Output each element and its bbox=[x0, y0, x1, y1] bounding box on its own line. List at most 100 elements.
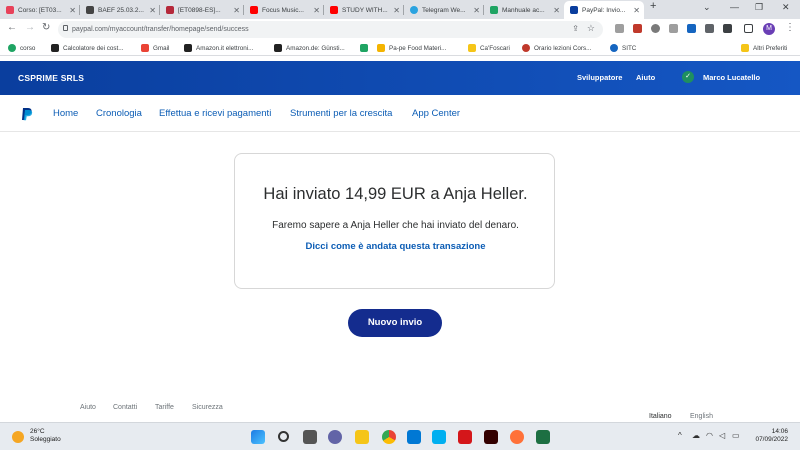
user-name[interactable]: Marco Lucatello bbox=[703, 73, 760, 82]
browser-tab[interactable]: Corso: [ET03... ✕ bbox=[0, 1, 80, 19]
browser-tab[interactable]: [ET0898-ES]... ✕ bbox=[160, 1, 244, 19]
browser-tab[interactable]: Focus Music... ✕ bbox=[244, 1, 324, 19]
nav-history[interactable]: Cronologia bbox=[96, 108, 142, 119]
footer-help-link[interactable]: Aiuto bbox=[80, 404, 96, 411]
firefox-icon[interactable] bbox=[510, 430, 524, 444]
excel-icon[interactable] bbox=[536, 430, 550, 444]
new-tab-button[interactable]: + bbox=[650, 0, 656, 12]
extension-icon[interactable] bbox=[669, 24, 678, 33]
reading-list-icon[interactable] bbox=[723, 24, 732, 33]
bookmark-item[interactable]: Pa-pe Food Materi... bbox=[377, 44, 446, 52]
lock-icon bbox=[63, 25, 68, 31]
bookmark-item[interactable]: Amazon.it elettroni... bbox=[184, 44, 253, 52]
help-link[interactable]: Aiuto bbox=[636, 73, 655, 82]
file-explorer-icon[interactable] bbox=[355, 430, 369, 444]
back-icon[interactable]: ← bbox=[7, 22, 17, 33]
paypal-header: CSPRIME SRLS Sviluppatore Aiuto ✓ Marco … bbox=[0, 61, 800, 95]
extension-icon[interactable] bbox=[687, 24, 696, 33]
teams-icon[interactable] bbox=[328, 430, 342, 444]
browser-tab[interactable]: BAEF 25.03.2... ✕ bbox=[80, 1, 160, 19]
date: 07/09/2022 bbox=[755, 436, 788, 443]
side-panel-icon[interactable] bbox=[744, 24, 753, 33]
bookmark-icon bbox=[8, 44, 16, 52]
volume-icon[interactable]: ◁ bbox=[719, 431, 725, 440]
close-icon[interactable]: ✕ bbox=[633, 6, 640, 15]
browser-tab-active[interactable]: PayPal: Invio... ✕ bbox=[564, 1, 644, 19]
reload-icon[interactable]: ↻ bbox=[42, 22, 50, 33]
bookmark-icon bbox=[522, 44, 530, 52]
temperature: 26°C bbox=[30, 428, 45, 435]
footer-security-link[interactable]: Sicurezza bbox=[192, 404, 223, 411]
weather-widget[interactable]: 26°C Soleggiato bbox=[30, 428, 61, 444]
bookmark-icon bbox=[377, 44, 385, 52]
bookmark-item[interactable]: Orario lezioni Cors... bbox=[522, 44, 591, 52]
close-icon[interactable]: ✕ bbox=[553, 6, 560, 15]
close-icon[interactable]: ✕ bbox=[149, 6, 156, 15]
close-icon[interactable]: ✕ bbox=[69, 6, 76, 15]
windows-start-icon[interactable] bbox=[251, 430, 265, 444]
bookmarks-bar: corso Calcolatore dei cost... Gmail Amaz… bbox=[0, 41, 800, 56]
bookmark-item[interactable]: Amazon.de: Günsti... bbox=[274, 44, 345, 52]
nav-app-center[interactable]: App Center bbox=[412, 108, 460, 119]
extension-icon[interactable] bbox=[633, 24, 642, 33]
taskbar: 26°C Soleggiato ^ ☁ ◠ ◁ ▭ 14:06 07/09/20… bbox=[0, 422, 800, 450]
cloud-icon[interactable]: ☁ bbox=[692, 431, 700, 440]
footer-contacts-link[interactable]: Contatti bbox=[113, 404, 137, 411]
bookmark-item[interactable]: Calcolatore dei cost... bbox=[51, 44, 124, 52]
bookmark-item[interactable]: SITC bbox=[610, 44, 636, 52]
close-icon[interactable]: ✕ bbox=[233, 6, 240, 15]
wifi-icon[interactable]: ◠ bbox=[706, 431, 713, 440]
nav-growth-tools[interactable]: Strumenti per la crescita bbox=[290, 108, 392, 119]
bookmark-item[interactable]: Ca'Foscari bbox=[468, 44, 510, 52]
puzzle-icon[interactable] bbox=[705, 24, 714, 33]
amazon-icon bbox=[274, 44, 282, 52]
extension-icon[interactable] bbox=[651, 24, 660, 33]
paypal-favicon-icon bbox=[570, 6, 578, 14]
extension-icon[interactable] bbox=[615, 24, 624, 33]
chevron-up-icon[interactable]: ^ bbox=[678, 431, 682, 440]
other-bookmarks[interactable]: Altri Preferiti bbox=[741, 44, 787, 52]
menu-icon[interactable]: ⋮ bbox=[785, 22, 795, 33]
bookmark-star-icon[interactable]: ☆ bbox=[587, 23, 595, 34]
close-icon[interactable]: ✕ bbox=[393, 6, 400, 15]
browser-tab[interactable]: STUDY WITH... ✕ bbox=[324, 1, 404, 19]
profile-avatar[interactable]: M bbox=[763, 23, 775, 35]
browser-tab[interactable]: Manhuale ac... ✕ bbox=[484, 1, 564, 19]
close-window-button[interactable]: ✕ bbox=[782, 2, 790, 13]
bookmark-item[interactable] bbox=[360, 44, 372, 52]
youtube-icon bbox=[250, 6, 258, 14]
search-icon[interactable] bbox=[278, 431, 289, 442]
address-bar[interactable]: paypal.com/myaccount/transfer/homepage/s… bbox=[58, 21, 603, 38]
bookmark-icon bbox=[51, 44, 59, 52]
footer-fees-link[interactable]: Tariffe bbox=[155, 404, 174, 411]
browser-tab[interactable]: Telegram We... ✕ bbox=[404, 1, 484, 19]
share-icon[interactable]: ⇪ bbox=[572, 24, 579, 33]
tab-search-icon[interactable]: ⌄ bbox=[703, 2, 711, 13]
clock[interactable]: 14:06 07/09/2022 bbox=[748, 428, 788, 444]
nav-home[interactable]: Home bbox=[53, 108, 78, 119]
minimize-button[interactable]: — bbox=[730, 2, 739, 12]
language-english[interactable]: English bbox=[690, 413, 713, 420]
developer-link[interactable]: Sviluppatore bbox=[577, 73, 622, 82]
bookmark-item[interactable]: Gmail bbox=[141, 44, 169, 52]
illustrator-icon[interactable] bbox=[484, 430, 498, 444]
new-send-button[interactable]: Nuovo invio bbox=[348, 309, 442, 337]
tab-favicon-icon bbox=[6, 6, 14, 14]
bookmark-item[interactable]: corso bbox=[8, 44, 35, 52]
restore-button[interactable]: ❐ bbox=[755, 2, 763, 13]
language-italian[interactable]: Italiano bbox=[649, 413, 672, 420]
close-icon[interactable]: ✕ bbox=[313, 6, 320, 15]
feedback-link[interactable]: Dicci come è andata questa transazione bbox=[235, 241, 556, 252]
mail-icon[interactable] bbox=[407, 430, 421, 444]
forward-icon[interactable]: → bbox=[25, 22, 35, 33]
battery-icon[interactable]: ▭ bbox=[732, 431, 740, 440]
screen: Corso: [ET03... ✕ BAEF 25.03.2... ✕ [ET0… bbox=[0, 0, 800, 450]
acrobat-icon[interactable] bbox=[458, 430, 472, 444]
skype-icon[interactable] bbox=[432, 430, 446, 444]
close-icon[interactable]: ✕ bbox=[473, 6, 480, 15]
chrome-icon[interactable] bbox=[382, 430, 396, 444]
task-view-icon[interactable] bbox=[303, 430, 317, 444]
paypal-logo-icon[interactable] bbox=[21, 107, 33, 121]
nav-send-receive[interactable]: Effettua e ricevi pagamenti bbox=[159, 108, 271, 119]
sheets-icon bbox=[490, 6, 498, 14]
